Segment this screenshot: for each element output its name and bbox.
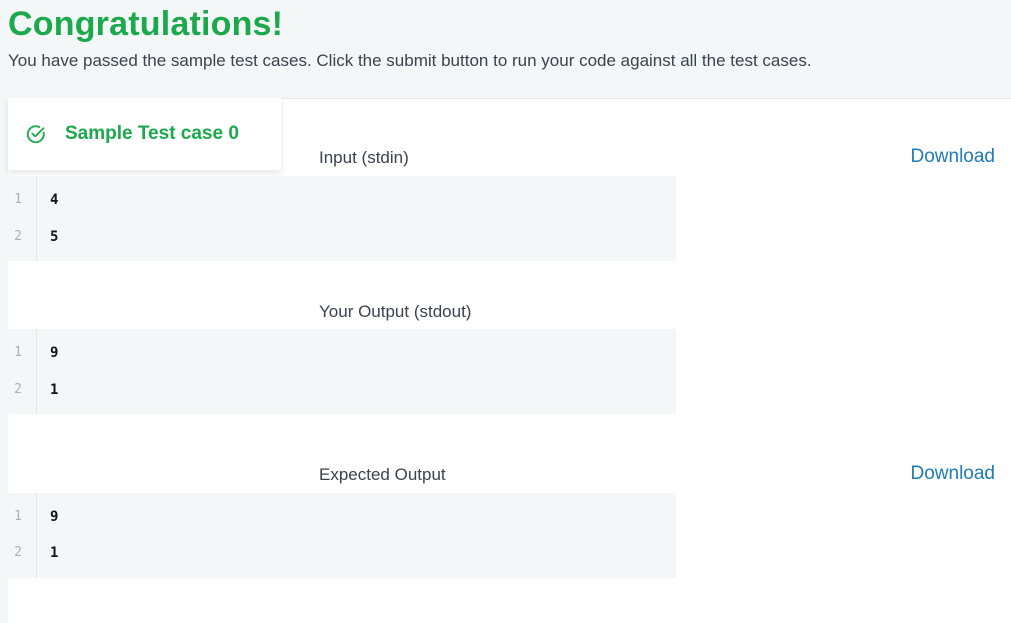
success-banner: Congratulations! You have passed the sam… xyxy=(0,0,1011,98)
tab-label: Sample Test case 0 xyxy=(65,123,239,144)
line-text: 4 xyxy=(50,192,59,208)
your-output-code-box: 1 9 2 1 xyxy=(0,329,676,414)
input-download-link[interactable]: Download xyxy=(911,145,996,169)
expected-output-code-box: 1 9 2 1 xyxy=(0,493,676,578)
line-text: 9 xyxy=(50,509,59,525)
line-number: 2 xyxy=(14,382,22,397)
line-text: 5 xyxy=(50,229,59,245)
input-code-box: 1 4 2 5 xyxy=(0,176,676,261)
your-output-title: Your Output (stdout) xyxy=(319,302,472,321)
input-title: Input (stdin) xyxy=(319,148,409,167)
line-gutter xyxy=(0,329,37,414)
line-number: 2 xyxy=(14,545,22,560)
congratulations-title: Congratulations! xyxy=(8,5,284,43)
expected-output-title: Expected Output xyxy=(319,465,446,484)
code-line: 1 9 xyxy=(0,343,676,363)
code-line: 1 9 xyxy=(0,507,676,527)
code-line: 2 1 xyxy=(0,543,676,563)
success-message: You have passed the sample test cases. C… xyxy=(8,51,812,70)
code-line: 2 5 xyxy=(0,227,676,247)
check-circle-icon xyxy=(26,125,45,144)
code-line: 2 1 xyxy=(0,380,676,400)
test-case-list: Sample Test case 0 xyxy=(8,98,281,170)
test-results-page: Congratulations! You have passed the sam… xyxy=(0,0,1011,623)
line-text: 1 xyxy=(50,382,59,398)
line-text: 1 xyxy=(50,545,59,561)
line-text: 9 xyxy=(50,345,59,361)
code-line: 1 4 xyxy=(0,190,676,210)
line-gutter xyxy=(0,493,37,578)
line-gutter xyxy=(0,176,37,261)
expected-output-download-link[interactable]: Download xyxy=(911,462,996,486)
line-number: 1 xyxy=(14,509,22,524)
line-number: 1 xyxy=(14,345,22,360)
line-number: 2 xyxy=(14,229,22,244)
tab-sample-test-case-0[interactable]: Sample Test case 0 xyxy=(8,98,281,170)
line-number: 1 xyxy=(14,192,22,207)
